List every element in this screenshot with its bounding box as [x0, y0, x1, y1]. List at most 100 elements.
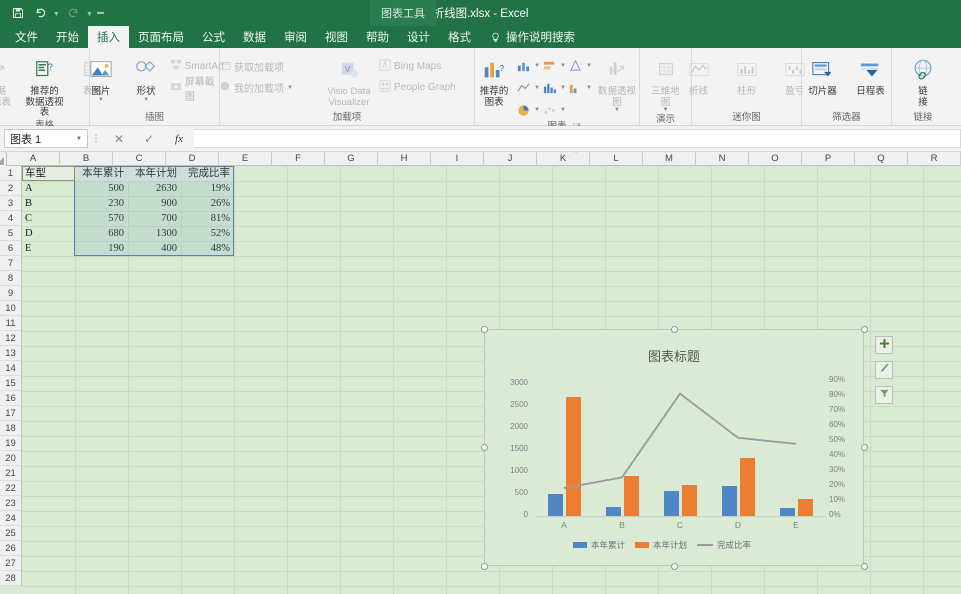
pivot-chart-button[interactable]: 数据透视图 ▼ — [594, 52, 640, 113]
chart-filters-button[interactable] — [875, 386, 893, 404]
row-header-1[interactable]: 1 — [0, 166, 21, 181]
chart-title[interactable]: 图表标题 — [485, 346, 863, 365]
row-header-22[interactable]: 22 — [0, 481, 21, 496]
resize-handle-n[interactable] — [671, 326, 678, 333]
chevron-down-icon[interactable]: ▼ — [534, 63, 540, 69]
resize-handle-e[interactable] — [861, 444, 868, 451]
line-chart-button[interactable]: ▼ — [516, 77, 540, 98]
column-chart-button[interactable]: ▼ — [516, 55, 540, 76]
tab-file[interactable]: 文件 — [6, 26, 47, 48]
row-header-24[interactable]: 24 — [0, 511, 21, 526]
row-header-12[interactable]: 12 — [0, 331, 21, 346]
tab-formulas[interactable]: 公式 — [193, 26, 234, 48]
name-box[interactable]: 图表 1 ▼ — [4, 129, 88, 148]
tab-review[interactable]: 审阅 — [275, 26, 316, 48]
sparkline-column-button[interactable]: 柱形 — [724, 52, 770, 98]
tab-home[interactable]: 开始 — [47, 26, 88, 48]
chevron-down-icon[interactable]: ▼ — [76, 136, 85, 142]
row-header-4[interactable]: 4 — [0, 211, 21, 226]
column-header-J[interactable]: J — [484, 152, 537, 166]
chevron-down-icon[interactable]: ▼ — [614, 107, 620, 113]
confirm-icon[interactable]: ✓ — [134, 132, 164, 146]
insert-function-icon[interactable]: fx — [164, 133, 194, 145]
row-header-13[interactable]: 13 — [0, 346, 21, 361]
chart-legend[interactable]: 本年累计 本年计划 完成比率 — [573, 539, 751, 551]
row-header-16[interactable]: 16 — [0, 391, 21, 406]
resize-handle-ne[interactable] — [861, 326, 868, 333]
column-header-N[interactable]: N — [696, 152, 749, 166]
pie-chart-button[interactable]: ▼ — [516, 99, 540, 120]
chevron-down-icon[interactable]: ▼ — [586, 63, 592, 69]
redo-dropdown-icon[interactable]: ▼ — [85, 2, 94, 24]
column-header-A[interactable]: A — [7, 152, 60, 166]
cell-A6[interactable]: E — [22, 241, 74, 256]
column-header-Q[interactable]: Q — [855, 152, 908, 166]
timeline-button[interactable]: 日程表 — [848, 52, 894, 98]
row-header-5[interactable]: 5 — [0, 226, 21, 241]
tab-page-layout[interactable]: 页面布局 — [129, 26, 193, 48]
tab-format[interactable]: 格式 — [439, 26, 480, 48]
my-add-ins-button[interactable]: 我的加载项 ▼ — [219, 77, 319, 98]
resize-handle-se[interactable] — [861, 563, 868, 570]
row-header-27[interactable]: 27 — [0, 556, 21, 571]
row-header-18[interactable]: 18 — [0, 421, 21, 436]
save-icon[interactable] — [8, 2, 28, 24]
undo-dropdown-icon[interactable]: ▼ — [52, 2, 61, 24]
legend-item-1[interactable]: 本年计划 — [635, 539, 687, 551]
chevron-down-icon[interactable]: ▼ — [560, 107, 566, 113]
recommended-charts-button[interactable]: ? 推荐的 图表 — [474, 52, 514, 108]
legend-item-2[interactable]: 完成比率 — [697, 539, 751, 551]
row-header-7[interactable]: 7 — [0, 256, 21, 271]
cell-A4[interactable]: C — [22, 211, 74, 226]
customize-qat-icon[interactable]: ▬ — [96, 2, 105, 24]
tab-data[interactable]: 数据 — [234, 26, 275, 48]
row-header-28[interactable]: 28 — [0, 571, 21, 586]
row-header-19[interactable]: 19 — [0, 436, 21, 451]
row-header-25[interactable]: 25 — [0, 526, 21, 541]
pivot-table-button[interactable]: 数据 透视表 ▼ — [0, 52, 20, 113]
row-header-10[interactable]: 10 — [0, 301, 21, 316]
link-button[interactable]: 链 接 — [900, 52, 946, 108]
row-header-8[interactable]: 8 — [0, 271, 21, 286]
legend-item-0[interactable]: 本年累计 — [573, 539, 625, 551]
visio-data-visualizer-button[interactable]: V Visio Data Visualizer — [321, 52, 377, 108]
column-header-M[interactable]: M — [643, 152, 696, 166]
column-header-O[interactable]: O — [749, 152, 802, 166]
row-header-20[interactable]: 20 — [0, 451, 21, 466]
tab-help[interactable]: 帮助 — [357, 26, 398, 48]
bar-chart-button[interactable]: ▼ — [542, 55, 566, 76]
resize-handle-s[interactable] — [671, 563, 678, 570]
sparkline-line-button[interactable]: 折线 — [676, 52, 722, 98]
row-header-15[interactable]: 15 — [0, 376, 21, 391]
statistic-chart-button[interactable]: ▼ — [542, 77, 566, 98]
chart-elements-button[interactable] — [875, 336, 893, 354]
row-header-6[interactable]: 6 — [0, 241, 21, 256]
tab-view[interactable]: 视图 — [316, 26, 357, 48]
chevron-down-icon[interactable]: ▼ — [534, 107, 540, 113]
hierarchy-chart-button[interactable]: ▼ — [568, 55, 592, 76]
resize-handle-w[interactable] — [481, 444, 488, 451]
row-header-2[interactable]: 2 — [0, 181, 21, 196]
column-header-B[interactable]: B — [60, 152, 113, 166]
row-header-26[interactable]: 26 — [0, 541, 21, 556]
row-header-14[interactable]: 14 — [0, 361, 21, 376]
chevron-down-icon[interactable]: ▼ — [534, 85, 540, 91]
redo-icon[interactable] — [63, 2, 83, 24]
row-header-3[interactable]: 3 — [0, 196, 21, 211]
cancel-icon[interactable]: ✕ — [104, 132, 134, 146]
row-header-23[interactable]: 23 — [0, 496, 21, 511]
get-add-ins-button[interactable]: 获取加载项 — [219, 56, 319, 77]
column-header-C[interactable]: C — [113, 152, 166, 166]
chevron-down-icon[interactable]: ▼ — [560, 63, 566, 69]
column-header-P[interactable]: P — [802, 152, 855, 166]
shapes-button[interactable]: 形状 ▼ — [124, 52, 167, 103]
area-chart-button[interactable]: ▼ — [568, 77, 592, 98]
row-header-21[interactable]: 21 — [0, 466, 21, 481]
column-header-R[interactable]: R — [908, 152, 961, 166]
cell-A3[interactable]: B — [22, 196, 74, 211]
column-header-E[interactable]: E — [219, 152, 272, 166]
column-header-K[interactable]: K — [537, 152, 590, 166]
tab-design[interactable]: 设计 — [398, 26, 439, 48]
sheet-body[interactable]: 车型 本年累计 本年计划 完成比率 A 500 2630 19% B 230 9… — [22, 152, 961, 594]
tell-me-search[interactable]: 操作说明搜索 — [480, 26, 575, 48]
